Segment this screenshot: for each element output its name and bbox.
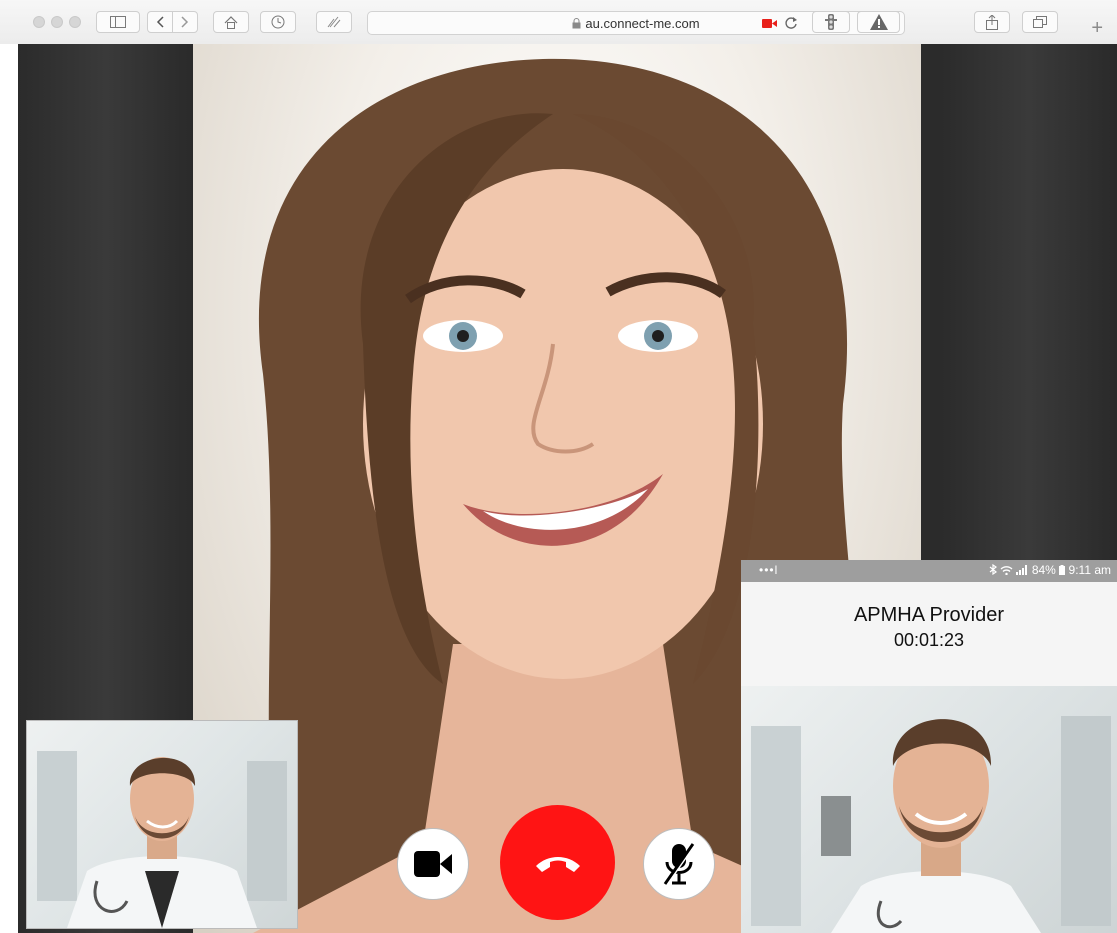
self-view-video: [26, 720, 298, 929]
camera-recording-icon[interactable]: [762, 18, 778, 29]
home-button[interactable]: [213, 11, 249, 33]
cell-signal-icon: [1016, 565, 1028, 575]
home-icon: [224, 15, 238, 29]
video-camera-icon: [414, 851, 452, 877]
hang-up-button[interactable]: [500, 805, 615, 920]
history-button[interactable]: [260, 11, 296, 33]
call-info-header: APMHA Provider 00:01:23: [741, 582, 1117, 686]
phone-status-bar: •••l 84% 9:11 am: [741, 560, 1117, 582]
microphone-muted-icon: [663, 843, 696, 886]
reload-icon[interactable]: [784, 16, 798, 30]
sidebar-icon: [110, 16, 126, 28]
forward-icon: [181, 16, 189, 28]
camera-button[interactable]: [397, 828, 469, 900]
warning-extension-button[interactable]: [857, 11, 900, 33]
extension-button[interactable]: [316, 11, 352, 33]
back-icon: [156, 16, 164, 28]
history-icon: [271, 15, 285, 29]
url-text: au.connect-me.com: [585, 16, 700, 31]
minimize-window-button[interactable]: [51, 16, 63, 28]
status-time: 9:11 am: [1068, 563, 1111, 577]
back-button[interactable]: [147, 11, 173, 33]
share-icon: [986, 14, 998, 30]
warning-icon: [869, 14, 888, 30]
mute-button[interactable]: [643, 828, 715, 900]
sidebar-button[interactable]: [96, 11, 140, 33]
traffic-light-icon: [825, 14, 837, 30]
wifi-icon: [1000, 566, 1013, 576]
provider-portrait-large: [751, 716, 1111, 933]
forward-button[interactable]: [172, 11, 198, 33]
tabs-overview-button[interactable]: [1022, 11, 1058, 33]
close-window-button[interactable]: [33, 16, 45, 28]
lock-icon: [572, 18, 581, 29]
provider-name: APMHA Provider: [853, 604, 1005, 626]
call-timer: 00:01:23: [893, 630, 965, 650]
new-tab-button[interactable]: +: [1091, 18, 1103, 38]
zoom-window-button[interactable]: [69, 16, 81, 28]
mobile-call-screen: •••l 84% 9:11 am APMHA Provider 00:01:23: [741, 560, 1117, 933]
battery-percent: 84%: [1031, 563, 1056, 577]
tabs-icon: [1033, 16, 1047, 28]
share-button[interactable]: [974, 11, 1010, 33]
browser-toolbar: au.connect-me.com +: [0, 0, 1117, 44]
signal-dots: •••l: [759, 563, 779, 577]
bluetooth-icon: [989, 563, 997, 576]
phone-remote-video: [741, 686, 1117, 933]
traffic-light-extension-button[interactable]: [812, 11, 850, 33]
battery-icon: [1059, 565, 1066, 575]
phone-hangup-icon: [535, 856, 580, 872]
provider-portrait: [37, 751, 287, 928]
extension-icon: [327, 16, 341, 28]
